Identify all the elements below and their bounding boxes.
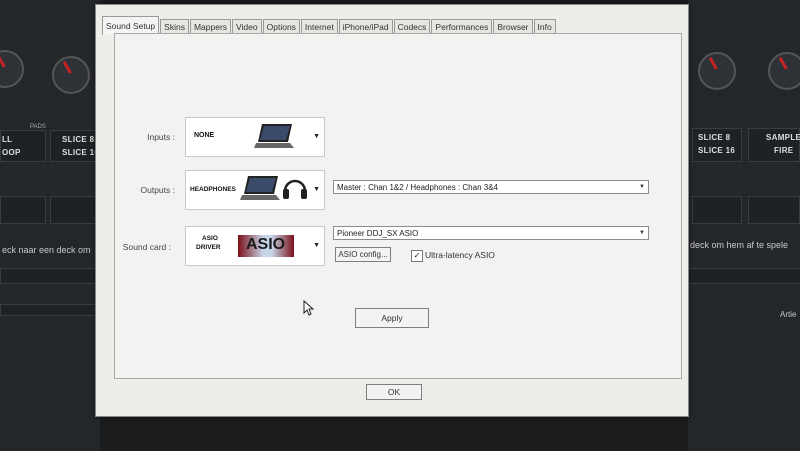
- output-routing-select[interactable]: Master : Chan 1&2 / Headphones : Chan 3&…: [333, 180, 649, 194]
- soundcard-label: Sound card :: [122, 242, 171, 252]
- pad[interactable]: [0, 196, 46, 224]
- background-right-deck: SLICE 8 SAMPLER SLICE 16 FIRE deck om he…: [688, 0, 800, 451]
- background-left-deck: PADS LL SLICE 8 OOP SLICE 16 eck naar ee…: [0, 0, 102, 451]
- output-routing-value: Master : Chan 1&2 / Headphones : Chan 3&…: [337, 183, 498, 192]
- pad-label: SLICE 8: [698, 133, 731, 142]
- pad[interactable]: [692, 196, 742, 224]
- drop-hint-text: eck naar een deck om: [2, 245, 91, 255]
- outputs-device-selector[interactable]: HEADPHONES ▼: [185, 170, 325, 210]
- asio-logo-badge: ASIO: [238, 235, 294, 257]
- outputs-label: Outputs :: [140, 185, 176, 195]
- config-dialog: Sound Setup Skins Mappers Video Options …: [95, 4, 689, 417]
- inputs-label: Inputs :: [147, 132, 175, 142]
- mouse-cursor-icon: [303, 300, 315, 316]
- waveform-strip: [0, 304, 102, 316]
- inputs-device-selector[interactable]: NONE ▼: [185, 117, 325, 157]
- chevron-down-icon: ▼: [313, 186, 320, 193]
- pad[interactable]: [748, 196, 800, 224]
- waveform-strip: [688, 268, 800, 284]
- asio-config-button[interactable]: ASIO config...: [335, 247, 391, 262]
- tab-bar: Sound Setup Skins Mappers Video Options …: [102, 16, 557, 35]
- ultra-latency-checkbox[interactable]: ✓: [411, 250, 423, 262]
- asio-driver-line2: DRIVER: [196, 244, 221, 251]
- knob-icon[interactable]: [698, 52, 736, 90]
- headphones-icon: [283, 179, 307, 199]
- browser-column-header: Artie: [780, 310, 797, 319]
- pad-label: SLICE 16: [62, 148, 100, 157]
- chevron-down-icon: ▼: [313, 242, 320, 249]
- laptop-icon: [254, 124, 294, 148]
- waveform-strip: [0, 268, 102, 284]
- ok-button[interactable]: OK: [366, 384, 422, 400]
- pad-label: LL: [2, 135, 13, 144]
- knob-icon[interactable]: [52, 56, 90, 94]
- pad-label: SLICE 16: [698, 146, 736, 155]
- pad-label: FIRE: [774, 146, 794, 155]
- outputs-device-name: HEADPHONES: [190, 186, 236, 193]
- apply-button[interactable]: Apply: [355, 308, 429, 328]
- chevron-down-icon: ▼: [313, 133, 320, 140]
- ultra-latency-label: Ultra-latency ASIO: [425, 250, 495, 260]
- soundcard-device-selector[interactable]: ASIO DRIVER ASIO ▼: [185, 226, 325, 266]
- pad-label: SLICE 8: [62, 135, 95, 144]
- pad-label: OOP: [2, 148, 21, 157]
- soundcard-value: Pioneer DDJ_SX ASIO: [337, 229, 419, 238]
- asio-logo-text: ASIO: [246, 236, 286, 253]
- pad-label: SAMPLER: [766, 133, 800, 142]
- chevron-down-icon: ▼: [639, 230, 645, 236]
- drop-hint-text: deck om hem af te spele: [690, 240, 789, 250]
- knob-icon[interactable]: [768, 52, 800, 90]
- chevron-down-icon: ▼: [639, 184, 645, 190]
- soundcard-select[interactable]: Pioneer DDJ_SX ASIO ▼: [333, 226, 649, 240]
- laptop-icon: [240, 176, 280, 200]
- knob-icon[interactable]: [0, 50, 24, 88]
- asio-driver-line1: ASIO: [202, 235, 218, 242]
- inputs-device-name: NONE: [194, 132, 215, 139]
- sound-setup-panel: Inputs : NONE ▼ Outputs : HEADPHONES ▼ M…: [114, 33, 682, 379]
- pad[interactable]: [50, 196, 100, 224]
